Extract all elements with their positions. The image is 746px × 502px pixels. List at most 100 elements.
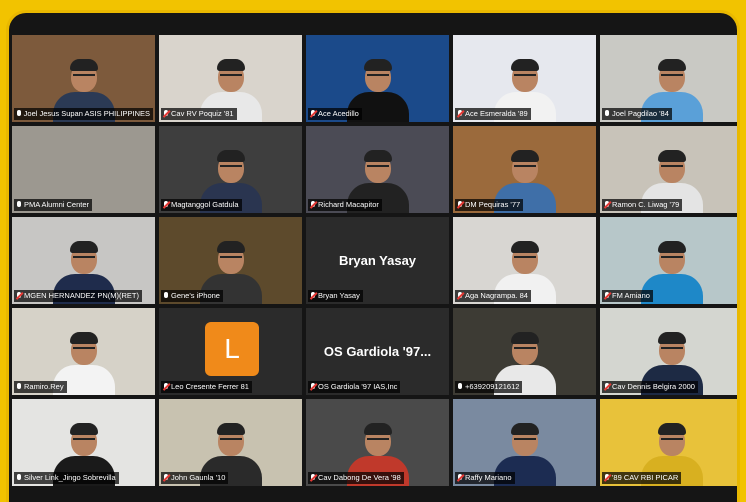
mic-muted-icon (457, 201, 463, 209)
mic-muted-icon (310, 474, 316, 482)
mic-muted-icon (457, 110, 463, 118)
participant-name-label: Raffy Mariano (455, 472, 515, 484)
mic-icon (163, 292, 169, 300)
mic-muted-icon (163, 383, 169, 391)
participant-tile[interactable]: MGEN HERNANDEZ PN(M)(RET) (12, 217, 155, 304)
participant-tile[interactable]: Silver Link_Jingo Sobrevilla (12, 399, 155, 486)
participant-tile[interactable]: Ace Esmeralda '89 (453, 35, 596, 122)
participant-name: Joel Pagdilao '84 (612, 109, 669, 118)
participant-tile[interactable]: Magtanggol Gatdula (159, 126, 302, 213)
mic-muted-icon (604, 201, 610, 209)
participant-name: DM Pequiras '77 (465, 200, 521, 209)
participant-tile[interactable]: Cav RV Poquiz '81 (159, 35, 302, 122)
participant-name-label: Ace Esmeralda '89 (455, 108, 531, 120)
mic-icon (16, 474, 22, 482)
participant-name: OS Gardiola '97 IAS,Inc (318, 382, 398, 391)
mic-muted-icon (163, 110, 169, 118)
participant-name-label: MGEN HERNANDEZ PN(M)(RET) (14, 290, 142, 302)
mic-muted-icon (310, 110, 316, 118)
meeting-window: Joel Jesus Supan ASIS PHILIPPINES Cav RV … (6, 10, 740, 502)
participant-name-label: +639209121612 (455, 381, 523, 393)
participant-name-label: John Gaunla '10 (161, 472, 229, 484)
participant-name: Aga Nagrampa. 84 (465, 291, 528, 300)
participant-tile[interactable]: Joel Jesus Supan ASIS PHILIPPINES (12, 35, 155, 122)
participant-tile[interactable]: '89 CAV RBI PICAR (600, 399, 737, 486)
participant-name-label: Ace Acedillo (308, 108, 362, 120)
participant-name-label: Ramiro.Rey (14, 381, 67, 393)
participant-tile[interactable]: Aga Nagrampa. 84 (453, 217, 596, 304)
participant-name: Ace Acedillo (318, 109, 359, 118)
participant-tile[interactable]: DM Pequiras '77 (453, 126, 596, 213)
participant-tile[interactable]: John Gaunla '10 (159, 399, 302, 486)
participant-name-label: Cav RV Poquiz '81 (161, 108, 237, 120)
participant-name: Magtanggol Gatdula (171, 200, 239, 209)
mic-muted-icon (457, 474, 463, 482)
participant-name-label: '89 CAV RBI PICAR (602, 472, 682, 484)
participant-tile[interactable]: +639209121612 (453, 308, 596, 395)
participant-name: Ace Esmeralda '89 (465, 109, 528, 118)
participant-name-label: Cav Dennis Belgira 2000 (602, 381, 698, 393)
participant-tile[interactable]: Ramon C. Liwag '79 (600, 126, 737, 213)
mic-muted-icon (163, 201, 169, 209)
mic-muted-icon (310, 201, 316, 209)
mic-icon (16, 383, 22, 391)
participant-tile[interactable]: Cav Dabong De Vera '98 (306, 399, 449, 486)
participant-name-label: Cav Dabong De Vera '98 (308, 472, 404, 484)
participant-name: Cav RV Poquiz '81 (171, 109, 234, 118)
avatar-initial: L (205, 322, 259, 376)
participant-name-label: DM Pequiras '77 (455, 199, 524, 211)
participant-name: Cav Dabong De Vera '98 (318, 473, 401, 482)
participant-name: Leo Cresente Ferrer 81 (171, 382, 249, 391)
participant-tile[interactable]: OS Gardiola '97... OS Gardiola '97 IAS,In… (306, 308, 449, 395)
participant-tile[interactable]: PMA Alumni Center (12, 126, 155, 213)
participant-name-label: Joel Jesus Supan ASIS PHILIPPINES (14, 108, 153, 120)
mic-muted-icon (310, 383, 316, 391)
participant-name-label: Leo Cresente Ferrer 81 (161, 381, 252, 393)
mic-muted-icon (16, 292, 22, 300)
participant-name-label: Magtanggol Gatdula (161, 199, 242, 211)
participant-tile[interactable]: Ace Acedillo (306, 35, 449, 122)
mic-icon (16, 110, 22, 118)
participant-name-label: PMA Alumni Center (14, 199, 93, 211)
participant-tile[interactable]: Cav Dennis Belgira 2000 (600, 308, 737, 395)
mic-icon (457, 383, 463, 391)
participant-name-label: FM Amiano (602, 290, 653, 302)
mic-muted-icon (457, 292, 463, 300)
participant-name: Silver Link_Jingo Sobrevilla (24, 473, 116, 482)
participant-name: Gene's iPhone (171, 291, 220, 300)
mic-muted-icon (163, 474, 169, 482)
participant-name-label: Aga Nagrampa. 84 (455, 290, 531, 302)
participant-name-label: Bryan Yasay (308, 290, 363, 302)
participant-tile[interactable]: FM Amiano (600, 217, 737, 304)
participant-name-label: Gene's iPhone (161, 290, 223, 302)
participant-name: +639209121612 (465, 382, 520, 391)
mic-muted-icon (604, 474, 610, 482)
participant-name: Joel Jesus Supan ASIS PHILIPPINES (23, 109, 150, 118)
participant-name-label: Silver Link_Jingo Sobrevilla (14, 472, 119, 484)
participant-name: John Gaunla '10 (171, 473, 226, 482)
participant-tile[interactable]: Raffy Mariano (453, 399, 596, 486)
participant-tile[interactable]: Gene's iPhone (159, 217, 302, 304)
participant-name: Cav Dennis Belgira 2000 (612, 382, 695, 391)
participant-name: Richard Macapitor (318, 200, 379, 209)
participant-name-label: Richard Macapitor (308, 199, 382, 211)
mic-icon (604, 110, 610, 118)
participant-tile[interactable]: Bryan Yasay Bryan Yasay (306, 217, 449, 304)
mic-muted-icon (604, 383, 610, 391)
participant-tile[interactable]: Richard Macapitor (306, 126, 449, 213)
participant-name: Bryan Yasay (318, 291, 360, 300)
participant-name: Ramon C. Liwag '79 (612, 200, 680, 209)
participant-name: MGEN HERNANDEZ PN(M)(RET) (24, 291, 139, 300)
participant-name: PMA Alumni Center (24, 200, 90, 209)
participant-name: '89 CAV RBI PICAR (612, 473, 679, 482)
participant-name: Ramiro.Rey (24, 382, 64, 391)
participant-tile[interactable]: Joel Pagdilao '84 (600, 35, 737, 122)
participant-name: FM Amiano (612, 291, 650, 300)
mic-muted-icon (310, 292, 316, 300)
mic-muted-icon (604, 292, 610, 300)
participant-name-label: Ramon C. Liwag '79 (602, 199, 683, 211)
participant-tile[interactable]: Ramiro.Rey (12, 308, 155, 395)
participant-tile[interactable]: L Leo Cresente Ferrer 81 (159, 308, 302, 395)
participant-name-label: OS Gardiola '97 IAS,Inc (308, 381, 401, 393)
participant-name-label: Joel Pagdilao '84 (602, 108, 672, 120)
